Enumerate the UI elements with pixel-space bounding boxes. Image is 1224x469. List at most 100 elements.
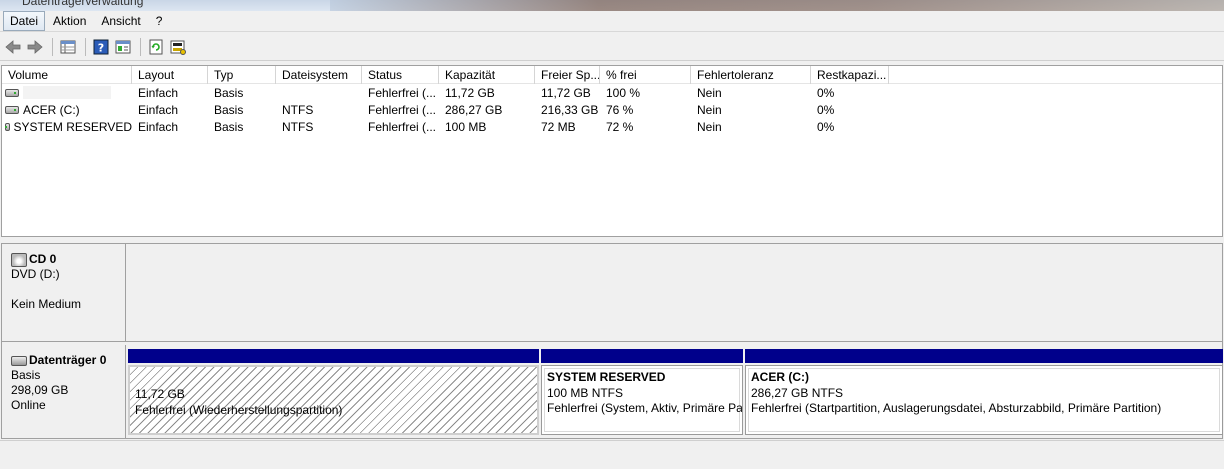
partition-status: Fehlerfrei (System, Aktiv, Primäre Pa — [547, 401, 743, 415]
forward-icon[interactable] — [25, 37, 45, 57]
menu-help[interactable]: ? — [149, 11, 170, 31]
typ-cell: Basis — [214, 85, 244, 100]
help-icon[interactable]: ? — [91, 37, 111, 57]
partition-body: SYSTEM RESERVED 100 MB NTFS Fehlerfrei (… — [541, 365, 743, 435]
column-header-dateisystem[interactable]: Dateisystem — [276, 66, 362, 84]
partition-acer-c[interactable]: ACER (C:) 286,27 GB NTFS Fehlerfrei (Sta… — [745, 349, 1223, 435]
drive-icon — [5, 105, 19, 114]
fehlertoleranz-cell: Nein — [697, 102, 722, 117]
partition-title: ACER (C:) — [751, 370, 809, 384]
partition-body: 11,72 GB Fehlerfrei (Wiederherstellungsp… — [128, 365, 539, 435]
disk-state: Online — [11, 398, 46, 412]
volume-name: SYSTEM RESERVED — [13, 119, 132, 134]
list-view-icon[interactable] — [58, 37, 78, 57]
partition-status: Fehlerfrei (Startpartition, Auslagerungs… — [751, 401, 1162, 415]
layout-cell: Einfach — [138, 102, 179, 117]
cd-name: CD 0 — [29, 252, 57, 266]
title-bar-background — [330, 0, 1224, 11]
typ-cell: Basis — [214, 119, 244, 134]
partition-title: SYSTEM RESERVED — [547, 370, 666, 384]
volume-list[interactable]: Volume Layout Typ Dateisystem Status Kap… — [1, 65, 1223, 237]
volume-list-header: Volume Layout Typ Dateisystem Status Kap… — [2, 66, 1222, 84]
rescan-icon[interactable] — [168, 37, 188, 57]
prozent-frei-cell: 76 % — [606, 102, 634, 117]
toolbar-separator — [52, 37, 53, 56]
partition-size: 286,27 GB NTFS — [751, 385, 844, 400]
status-cell: Fehlerfrei (... — [368, 119, 437, 134]
layout-cell: Einfach — [138, 85, 179, 100]
status-cell: Fehlerfrei (... — [368, 102, 437, 117]
properties-icon[interactable] — [113, 37, 133, 57]
menu-datei[interactable]: Datei — [3, 11, 46, 31]
menu-ansicht[interactable]: Ansicht — [94, 11, 147, 31]
cd-label[interactable]: CD 0 DVD (D:) Kein Medium — [2, 244, 126, 341]
table-row[interactable]: ACER (C:) Einfach Basis NTFS Fehlerfrei … — [2, 101, 1222, 118]
typ-cell: Basis — [214, 102, 244, 117]
fehlertoleranz-cell: Nein — [697, 119, 722, 134]
volume-cell: SYSTEM RESERVED — [2, 120, 132, 134]
cd-media-status: Kein Medium — [11, 297, 82, 311]
toolbar-separator — [85, 37, 86, 56]
cd-type: DVD (D:) — [11, 267, 60, 281]
table-row[interactable]: Einfach Basis Fehlerfrei (... 11,72 GB 1… — [2, 84, 1222, 101]
volume-name — [23, 86, 111, 99]
table-row[interactable]: SYSTEM RESERVED Einfach Basis NTFS Fehle… — [2, 118, 1222, 135]
kapazitaet-cell: 286,27 GB — [445, 102, 503, 117]
refresh-icon[interactable] — [146, 37, 166, 57]
column-header-freier-speicher[interactable]: Freier Sp... — [535, 66, 600, 84]
menu-aktion[interactable]: Aktion — [46, 11, 93, 31]
toolbar: ? — [0, 33, 1224, 61]
svg-text:?: ? — [98, 41, 104, 54]
column-header-kapazitaet[interactable]: Kapazität — [439, 66, 535, 84]
prozent-frei-cell: 100 % — [606, 85, 641, 100]
partition-status: Fehlerfrei (Wiederherstellungspartition) — [135, 402, 343, 417]
kapazitaet-cell: 11,72 GB — [445, 85, 495, 100]
partition-recovery[interactable]: 11,72 GB Fehlerfrei (Wiederherstellungsp… — [128, 349, 539, 435]
kapazitaet-cell: 100 MB — [445, 119, 487, 134]
partition-bar — [128, 349, 539, 363]
freier-speicher-cell: 216,33 GB — [541, 102, 599, 117]
drive-icon — [5, 88, 19, 97]
prozent-frei-cell: 72 % — [606, 119, 634, 134]
disk-name: Datenträger 0 — [29, 353, 107, 367]
restkapazitaet-cell: 0% — [817, 85, 835, 100]
column-header-restkapazitaet[interactable]: Restkapazi... — [811, 66, 889, 84]
fehlertoleranz-cell: Nein — [697, 85, 722, 100]
partition-size: 11,72 GB — [135, 387, 185, 401]
disk-map: CD 0 DVD (D:) Kein Medium Datenträger 0 … — [1, 243, 1223, 439]
restkapazitaet-cell: 0% — [817, 102, 835, 117]
disk-kind: Basis — [11, 368, 41, 382]
window-title: Datenträgerverwaltung — [22, 0, 144, 8]
layout-cell: Einfach — [138, 119, 179, 134]
column-header-status[interactable]: Status — [362, 66, 439, 84]
freier-speicher-cell: 11,72 GB — [541, 85, 591, 100]
freier-speicher-cell: 72 MB — [541, 119, 576, 134]
back-icon[interactable] — [3, 37, 23, 57]
partition-body: ACER (C:) 286,27 GB NTFS Fehlerfrei (Sta… — [745, 365, 1223, 435]
partition-bar — [745, 349, 1223, 363]
partition-bar — [541, 349, 743, 363]
restkapazitaet-cell: 0% — [817, 119, 835, 134]
partition-size: 100 MB NTFS — [547, 385, 624, 400]
column-header-prozent-frei[interactable]: % frei — [600, 66, 691, 84]
volume-cell: ACER (C:) — [2, 103, 132, 117]
partition-system-reserved[interactable]: SYSTEM RESERVED 100 MB NTFS Fehlerfrei (… — [541, 349, 743, 435]
volume-name: ACER (C:) — [23, 102, 80, 117]
drive-icon — [4, 122, 10, 131]
cd-area — [126, 244, 1222, 341]
disk-label[interactable]: Datenträger 0 Basis 298,09 GB Online — [2, 345, 126, 438]
status-cell: Fehlerfrei (... — [368, 85, 437, 100]
dateisystem-cell: NTFS — [282, 102, 314, 117]
status-bar — [0, 440, 1224, 469]
column-header-fehlertoleranz[interactable]: Fehlertoleranz — [691, 66, 811, 84]
volume-cell — [2, 86, 132, 99]
column-header-volume[interactable]: Volume — [2, 66, 132, 84]
title-bar: Datenträgerverwaltung — [0, 0, 1224, 11]
column-header-typ[interactable]: Typ — [208, 66, 276, 84]
menu-bar: Datei Aktion Ansicht ? — [0, 11, 1224, 32]
toolbar-separator — [140, 37, 141, 56]
column-header-layout[interactable]: Layout — [132, 66, 208, 84]
cd-drive-icon — [11, 252, 27, 267]
dateisystem-cell: NTFS — [282, 119, 314, 134]
disk-size: 298,09 GB — [11, 383, 69, 397]
